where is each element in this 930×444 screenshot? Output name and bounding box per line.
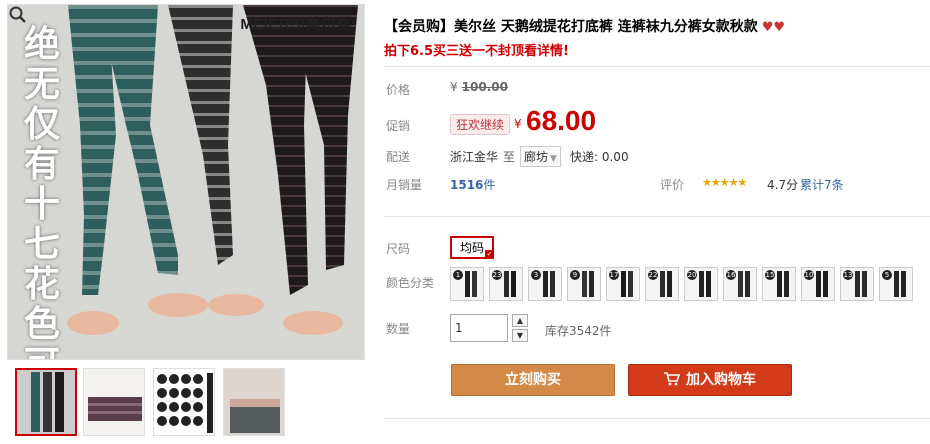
color-swatch[interactable]: 1	[450, 267, 484, 301]
quantity-decrease-button[interactable]: ▼	[512, 329, 528, 342]
promo-label: 促销	[386, 119, 411, 133]
promo-badge: 狂欢继续	[450, 114, 511, 135]
color-swatch[interactable]: 16	[723, 267, 757, 301]
leggings-icon	[699, 271, 711, 297]
quantity-increase-button[interactable]: ▲	[512, 314, 528, 327]
leggings-icon	[660, 271, 672, 297]
shipping-label: 配送	[386, 150, 411, 164]
quantity-label: 数量	[386, 322, 411, 336]
ship-to-dropdown[interactable]: 廊坊 ▼	[520, 146, 561, 167]
color-swatch-number: 22	[648, 270, 658, 280]
divider	[384, 216, 930, 217]
product-title-text: 【会员购】美尔丝 天鹅绒提花打底裤 连裤袜九分裤女款秋款	[384, 19, 758, 35]
shipping-fee: 快递: 0.00	[570, 150, 629, 164]
color-swatch[interactable]: 15	[762, 267, 796, 301]
color-swatch-number: 5	[882, 270, 892, 280]
ship-from: 浙江金华	[450, 150, 499, 164]
color-swatch[interactable]: 10	[801, 267, 835, 301]
stock-count: 库存3542件	[545, 324, 612, 338]
color-swatch-number: 23	[492, 270, 502, 280]
rating-label: 评价	[660, 178, 685, 192]
image-promo-text: 绝无仅有十七花色可选	[24, 24, 61, 360]
thumbnail-strip	[7, 368, 365, 444]
currency-symbol-current: ¥	[514, 117, 522, 131]
monthly-sales: 1516件	[450, 176, 495, 193]
color-swatch-number: 9	[570, 270, 580, 280]
divider	[384, 418, 930, 419]
leggings-icon	[894, 271, 906, 297]
cart-icon	[664, 372, 680, 386]
monthly-sales-unit: 件	[483, 178, 496, 192]
color-swatch-number: 13	[843, 270, 853, 280]
color-swatch[interactable]: 3	[528, 267, 562, 301]
leggings-icon	[465, 271, 477, 297]
monthly-sales-count: 1516	[450, 178, 484, 192]
leggings-icon	[816, 271, 828, 297]
color-swatch[interactable]: 5	[879, 267, 913, 301]
original-price-value: 100.00	[461, 80, 508, 94]
product-gallery: MEIERSI美尔丝 绝无仅有十七花色可选	[7, 4, 365, 444]
color-swatch[interactable]: 23	[489, 267, 523, 301]
color-swatch[interactable]: 22	[645, 267, 679, 301]
rating-score: 4.7分	[767, 178, 799, 192]
add-to-cart-button[interactable]: 加入购物车	[628, 364, 792, 396]
product-subtitle: 拍下6.5买三送一不封顶看详情!	[384, 44, 569, 59]
color-swatch[interactable]: 20	[684, 267, 718, 301]
leggings-icon	[621, 271, 633, 297]
quantity-input[interactable]	[450, 314, 508, 342]
color-swatch[interactable]: 13	[840, 267, 874, 301]
size-option[interactable]: 均码 ✓	[450, 236, 495, 259]
ship-to-value: 廊坊	[524, 150, 549, 164]
color-swatch-number: 1	[453, 270, 463, 280]
color-swatch-number: 3	[531, 270, 541, 280]
buy-now-label: 立刻购买	[505, 372, 561, 388]
color-swatch[interactable]: 17	[606, 267, 640, 301]
add-to-cart-label: 加入购物车	[686, 372, 756, 388]
chevron-down-icon: ▼	[550, 154, 557, 164]
rating-stars-icon: ★★★★★	[702, 176, 747, 189]
currency-symbol: ¥	[450, 80, 458, 94]
thumbnail-2[interactable]	[83, 368, 145, 436]
leggings-icon	[738, 271, 750, 297]
size-label: 尺码	[386, 242, 411, 256]
reviews-link[interactable]: 累计7条	[800, 176, 844, 193]
thumbnail-1[interactable]	[15, 368, 77, 436]
color-swatch-number: 15	[765, 270, 775, 280]
zoom-icon[interactable]	[8, 5, 28, 25]
product-info: 【会员购】美尔丝 天鹅绒提花打底裤 连裤袜九分裤女款秋款 ♥♥ 拍下6.5买三送一…	[384, 0, 930, 444]
original-price: ¥100.00	[450, 80, 508, 94]
product-title: 【会员购】美尔丝 天鹅绒提花打底裤 连裤袜九分裤女款秋款 ♥♥	[384, 16, 785, 36]
color-swatch-number: 17	[609, 270, 619, 280]
price-label: 价格	[386, 83, 411, 97]
monthly-sales-label: 月销量	[386, 178, 423, 192]
color-swatch-number: 10	[804, 270, 814, 280]
leggings-icon	[777, 271, 789, 297]
thumbnail-4[interactable]	[223, 368, 285, 436]
check-icon: ✓	[485, 250, 495, 259]
leggings-icon	[504, 271, 516, 297]
color-swatch-number: 16	[726, 270, 736, 280]
color-label: 颜色分类	[386, 276, 435, 290]
brand-logo: MEIERSI美尔丝	[240, 16, 352, 33]
leggings-icon	[543, 271, 555, 297]
ship-to-label: 至	[503, 150, 516, 164]
leggings-icon	[582, 271, 594, 297]
color-swatch[interactable]: 9	[567, 267, 601, 301]
main-product-image[interactable]: MEIERSI美尔丝 绝无仅有十七花色可选	[7, 4, 365, 360]
divider	[384, 66, 930, 67]
color-swatch-number: 20	[687, 270, 697, 280]
leggings-icon	[855, 271, 867, 297]
heart-icon: ♥♥	[761, 20, 786, 35]
current-price: 68.00	[526, 105, 597, 136]
size-option-label: 均码	[460, 241, 485, 255]
thumbnail-3[interactable]	[153, 368, 215, 436]
buy-now-button[interactable]: 立刻购买	[451, 364, 615, 396]
